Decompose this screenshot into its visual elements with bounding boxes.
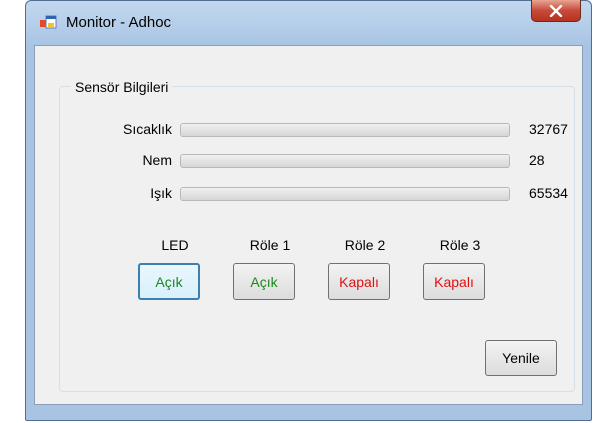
app-icon	[40, 15, 57, 29]
control-label-relay-2: Röle 2	[344, 237, 386, 253]
sensor-label-temperature: Sıcaklık	[122, 121, 172, 137]
control-label-relay-3: Röle 3	[439, 237, 481, 253]
light-value: 65534	[529, 185, 568, 201]
refresh-button[interactable]: Yenile	[485, 340, 557, 376]
close-button[interactable]	[531, 0, 581, 22]
humidity-progress-bar	[180, 154, 510, 168]
main-window: Monitor - Adhoc Sensör Bilgileri Sıcaklı…	[25, 0, 592, 421]
light-progress-fill	[181, 188, 509, 200]
relay-3-toggle-button[interactable]: Kapalı	[423, 263, 485, 300]
sensor-label-humidity: Nem	[142, 152, 172, 168]
led-toggle-button[interactable]: Açık	[138, 263, 200, 300]
control-label-relay-1: Röle 1	[249, 237, 291, 253]
temperature-value: 32767	[529, 121, 568, 137]
window-title: Monitor - Adhoc	[66, 14, 172, 31]
control-label-led: LED	[161, 237, 189, 253]
sensor-label-light: Işık	[150, 185, 172, 201]
title-bar[interactable]: Monitor - Adhoc	[26, 0, 591, 45]
humidity-value: 28	[529, 152, 545, 168]
temperature-progress-bar	[180, 123, 510, 137]
humidity-progress-fill	[181, 155, 509, 167]
light-progress-bar	[180, 187, 510, 201]
groupbox-title: Sensör Bilgileri	[71, 79, 173, 95]
relay-2-toggle-button[interactable]: Kapalı	[328, 263, 390, 300]
temperature-progress-fill	[181, 124, 509, 136]
close-icon	[549, 4, 563, 17]
relay-1-toggle-button[interactable]: Açık	[233, 263, 295, 300]
client-area: Sensör Bilgileri Sıcaklık 32767 Nem 28 I…	[34, 45, 583, 405]
